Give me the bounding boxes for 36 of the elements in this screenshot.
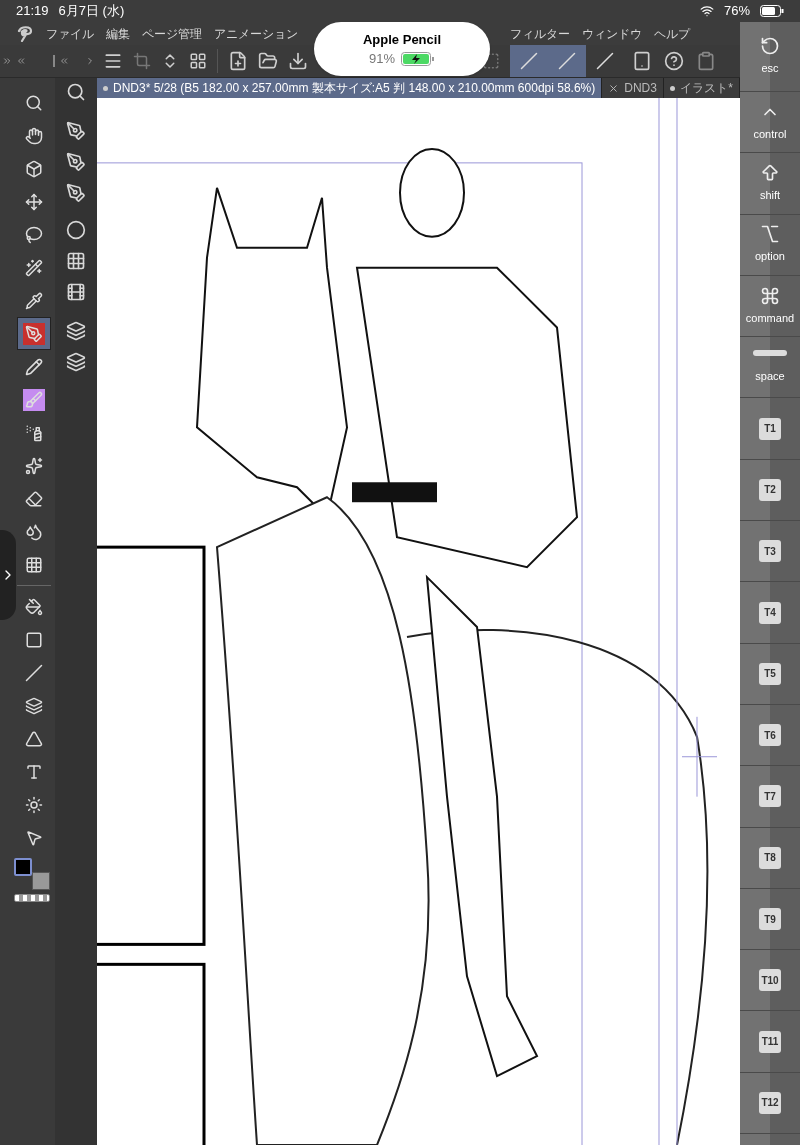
tab-label: DND3* 5/28 (B5 182.00 x 257.00mm 製本サイズ:A5 判 148.00 x 210.00mm 600dpi 58.6%): [113, 80, 596, 97]
key-button[interactable]: space: [740, 337, 800, 399]
tab-label: DND3: [624, 80, 657, 97]
key-button[interactable]: T11: [740, 1011, 800, 1073]
key-button[interactable]: esc: [740, 22, 800, 92]
key-button[interactable]: T5: [740, 643, 800, 705]
document-tab[interactable]: DND3* 5/28 (B5 182.00 x 257.00mm 製本サイズ:A5 判 148.00 x 210.00mm 600dpi 58.6%): [97, 78, 603, 98]
date: 6月7日 (水): [58, 2, 125, 21]
menu-item[interactable]: 編集: [106, 24, 130, 43]
battery-percent: 76%: [723, 2, 750, 21]
key-button[interactable]: T4: [740, 582, 800, 644]
key-button[interactable]: T3: [740, 521, 800, 583]
menu-item[interactable]: フィルター: [510, 24, 570, 43]
key-button[interactable]: T8: [740, 827, 800, 889]
popup-title: Apple Pencil: [363, 30, 441, 49]
key-button[interactable]: command: [740, 275, 800, 338]
menu-item[interactable]: ページ管理: [142, 24, 202, 43]
pencil-battery-percent: 91%: [369, 50, 395, 68]
key-button[interactable]: shift: [740, 153, 800, 215]
key-button[interactable]: T7: [740, 766, 800, 828]
time: 21:19: [16, 2, 49, 21]
menu-item[interactable]: ファイル: [46, 24, 94, 43]
key-button[interactable]: T12: [740, 1072, 800, 1135]
key-button[interactable]: T9: [740, 888, 800, 951]
menu-item[interactable]: ウィンドウ: [582, 24, 642, 43]
key-button[interactable]: option: [740, 214, 800, 276]
key-button[interactable]: T1: [740, 398, 800, 460]
menu-item[interactable]: ヘルプ: [654, 24, 690, 43]
document-tab[interactable]: イラスト*: [664, 78, 740, 98]
tab-label: イラスト*: [680, 80, 733, 97]
key-button[interactable]: T6: [740, 704, 800, 767]
key-button[interactable]: control: [740, 92, 800, 154]
document-tab[interactable]: DND3: [602, 78, 665, 98]
key-button[interactable]: T2: [740, 459, 800, 522]
key-button[interactable]: T10: [740, 950, 800, 1012]
menu-item[interactable]: アニメーション: [214, 24, 298, 43]
